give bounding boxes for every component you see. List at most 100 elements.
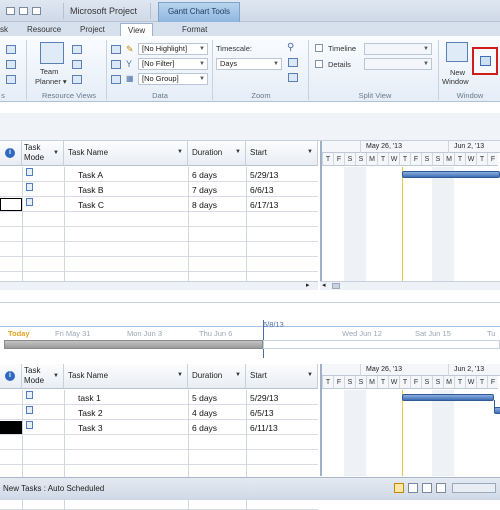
start-col-header[interactable]: Start ▼ xyxy=(246,364,318,389)
task-bar[interactable] xyxy=(402,171,500,178)
task-start-cell[interactable]: 6/6/13 xyxy=(250,185,274,195)
name-col-header[interactable]: Task Name ▼ xyxy=(64,141,188,166)
timeline-axis-line xyxy=(0,326,500,327)
filter-select[interactable]: [No Filter] ▼ xyxy=(138,58,208,70)
task-duration-cell[interactable]: 6 days xyxy=(192,423,217,433)
arrange-all-button[interactable] xyxy=(472,47,498,75)
scroll-left-icon[interactable]: ◂ xyxy=(322,281,326,289)
chevron-down-icon[interactable]: ▼ xyxy=(53,373,59,379)
mode-col-header[interactable]: Task Mode ▼ xyxy=(22,364,64,389)
tab-format[interactable]: Format xyxy=(182,23,207,36)
resource-sheet-icon[interactable] xyxy=(72,45,82,54)
chevron-down-icon: ▼ xyxy=(423,46,429,52)
scroll-right-icon[interactable]: ▸ xyxy=(306,281,310,289)
task-start-cell[interactable]: 6/5/13 xyxy=(250,408,274,418)
table-row[interactable] xyxy=(0,450,318,465)
scheduling-mode-status[interactable]: New Tasks : Auto Scheduled xyxy=(3,484,104,493)
chevron-down-icon[interactable]: ▼ xyxy=(307,372,313,378)
table-row[interactable]: Task C 8 days 6/17/13 xyxy=(0,197,318,212)
team-planner-label[interactable]: Team xyxy=(40,67,58,76)
table-row[interactable]: Task 3 6 days 6/11/13 xyxy=(0,420,318,435)
info-col-header[interactable]: i xyxy=(0,141,22,166)
table-row[interactable] xyxy=(0,227,318,242)
chevron-down-icon[interactable]: ▼ xyxy=(235,149,241,155)
task-duration-cell[interactable]: 8 days xyxy=(192,200,217,210)
task-name-cell[interactable]: Task A xyxy=(78,170,103,180)
chevron-down-icon[interactable]: ▼ xyxy=(235,372,241,378)
table-row[interactable] xyxy=(0,212,318,227)
undo-icon[interactable] xyxy=(19,7,28,15)
team-planner-icon[interactable] xyxy=(40,42,64,64)
timeline-checkbox[interactable] xyxy=(315,44,323,52)
info-col-header[interactable]: i xyxy=(0,364,22,389)
chevron-down-icon[interactable]: ▼ xyxy=(177,149,183,155)
name-col-header[interactable]: Task Name ▼ xyxy=(64,364,188,389)
table-row[interactable]: Task A 6 days 5/29/13 xyxy=(0,167,318,182)
entire-project-icon[interactable] xyxy=(288,58,298,67)
task-duration-cell[interactable]: 6 days xyxy=(192,170,217,180)
task-start-cell[interactable]: 5/29/13 xyxy=(250,170,278,180)
outline-icon[interactable] xyxy=(111,60,121,69)
other-views-icon[interactable] xyxy=(72,75,82,84)
task-duration-cell[interactable]: 7 days xyxy=(192,185,217,195)
selected-tasks-icon[interactable] xyxy=(288,73,298,82)
mode-col-header[interactable]: Task Mode ▼ xyxy=(22,141,64,166)
table-row[interactable] xyxy=(0,257,318,272)
task-duration-cell[interactable]: 4 days xyxy=(192,408,217,418)
resource-sheet-shortcut-icon[interactable] xyxy=(436,483,446,493)
start-col-header[interactable]: Start ▼ xyxy=(246,141,318,166)
highlight-select[interactable]: [No Highlight] ▼ xyxy=(138,43,208,55)
tables-icon[interactable] xyxy=(111,75,121,84)
table-row[interactable]: Task 2 4 days 6/5/13 xyxy=(0,405,318,420)
chevron-down-icon[interactable]: ▼ xyxy=(307,149,313,155)
zoom-slider[interactable] xyxy=(452,483,496,493)
task-usage-shortcut-icon[interactable] xyxy=(408,483,418,493)
task-duration-cell[interactable]: 5 days xyxy=(192,393,217,403)
team-planner-label-2[interactable]: Planner ▾ xyxy=(35,77,67,86)
table-row[interactable]: Task B 7 days 6/6/13 xyxy=(0,182,318,197)
resource-usage-icon[interactable] xyxy=(72,60,82,69)
table-row[interactable]: task 1 5 days 5/29/13 xyxy=(0,390,318,405)
task-name-cell[interactable]: task 1 xyxy=(78,393,101,403)
upper-gantt-scrollbar[interactable]: ◂ xyxy=(320,281,500,290)
table-row[interactable] xyxy=(0,242,318,257)
network-icon[interactable] xyxy=(6,75,16,84)
tab-resource[interactable]: Resource xyxy=(27,23,61,36)
chevron-down-icon[interactable]: ▼ xyxy=(53,150,59,156)
zoom-icon[interactable]: ⚲ xyxy=(287,42,294,53)
details-checkbox[interactable] xyxy=(315,60,323,68)
task-bar[interactable] xyxy=(494,407,500,414)
new-window-label-2[interactable]: Window xyxy=(442,77,469,86)
details-view-select[interactable]: ▼ xyxy=(364,58,432,70)
task-bar[interactable] xyxy=(402,394,494,401)
redo-icon[interactable] xyxy=(32,7,41,15)
new-window-icon[interactable] xyxy=(446,42,468,62)
tab-task[interactable]: sk xyxy=(0,23,8,36)
timeline-view-select[interactable]: ▼ xyxy=(364,43,432,55)
task-name-cell[interactable]: Task 2 xyxy=(78,408,103,418)
tab-project[interactable]: Project xyxy=(80,23,105,36)
duration-col-header[interactable]: Duration ▼ xyxy=(188,141,246,166)
timeline-range-bar[interactable] xyxy=(4,340,263,349)
duration-col-header[interactable]: Duration ▼ xyxy=(188,364,246,389)
task-name-cell[interactable]: Task 3 xyxy=(78,423,103,433)
new-window-label[interactable]: New xyxy=(450,68,465,77)
scroll-thumb[interactable] xyxy=(332,283,340,289)
tab-view[interactable]: View xyxy=(120,23,154,36)
task-start-cell[interactable]: 6/11/13 xyxy=(250,423,278,433)
task-usage-icon[interactable] xyxy=(6,60,16,69)
sort-icon[interactable] xyxy=(111,45,121,54)
timescale-select[interactable]: Days ▼ xyxy=(216,58,282,70)
task-start-cell[interactable]: 5/29/13 xyxy=(250,393,278,403)
table-row[interactable] xyxy=(0,435,318,450)
task-name-cell[interactable]: Task B xyxy=(78,185,104,195)
upper-sheet-scrollbar[interactable]: ▸ xyxy=(0,281,318,290)
save-icon[interactable] xyxy=(6,7,15,15)
group-select[interactable]: [No Group] ▼ xyxy=(138,73,208,85)
gantt-view-shortcut-icon[interactable] xyxy=(394,483,404,493)
chevron-down-icon[interactable]: ▼ xyxy=(177,372,183,378)
task-start-cell[interactable]: 6/17/13 xyxy=(250,200,278,210)
gantt-view-icon[interactable] xyxy=(6,45,16,54)
task-name-cell[interactable]: Task C xyxy=(78,200,104,210)
team-planner-shortcut-icon[interactable] xyxy=(422,483,432,493)
